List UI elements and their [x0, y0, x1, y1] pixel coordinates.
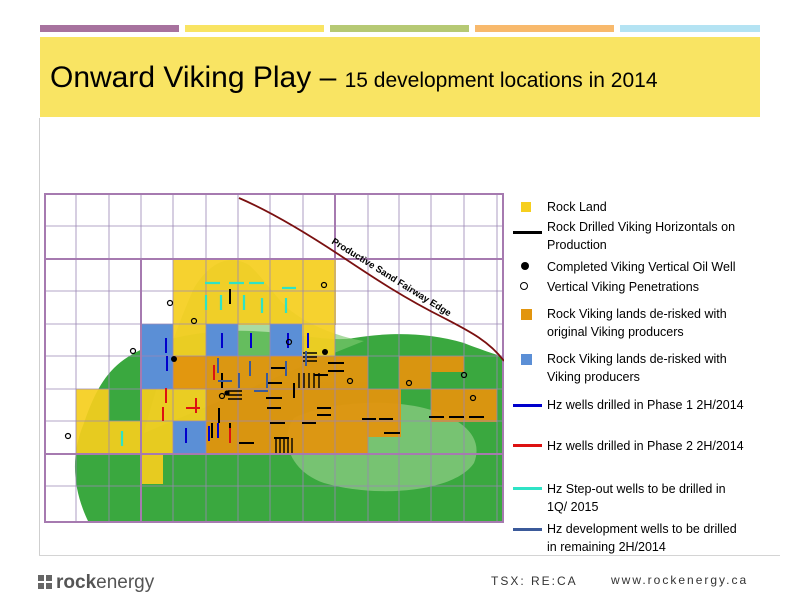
legend-drilled-1: Rock Drilled Viking Horizontals on	[547, 220, 736, 234]
legend-vertical-circle	[520, 282, 528, 290]
land-map: Productive Sand Fairway Edge	[44, 193, 504, 523]
legend-derisk-orig-2: original Viking producers	[547, 325, 684, 339]
logo-energy: energy	[96, 572, 155, 593]
slide-title-sub: 15 development locations in 2014	[344, 69, 658, 92]
legend-dev-line	[513, 528, 542, 531]
website-link[interactable]: www.rockenergy.ca	[611, 573, 748, 587]
legend-phase2-line	[513, 444, 542, 447]
legend-stepout-2: 1Q/ 2015	[547, 500, 599, 514]
accent-bar-1	[40, 25, 179, 32]
legend-drilled-2: Production	[547, 238, 607, 252]
legend-phase2: Hz wells drilled in Phase 2 2H/2014	[547, 439, 744, 453]
logo-grid-icon	[38, 575, 52, 589]
legend-stepout-line	[513, 487, 542, 490]
legend-derisk-new-2: Viking producers	[547, 370, 640, 384]
legend-derisk-orig-swatch	[521, 309, 532, 320]
legend-dev-1: Hz development wells to be drilled	[547, 522, 737, 536]
title-banner: Onward Viking Play – 15 development loca…	[40, 37, 760, 117]
logo-rock: rock	[56, 572, 97, 593]
accent-bar-4	[475, 25, 614, 32]
slide-title: Onward Viking Play – 15 development loca…	[50, 61, 658, 95]
accent-bar-5	[620, 25, 760, 32]
left-rule	[39, 118, 40, 555]
legend-dev-2: in remaining 2H/2014	[547, 540, 666, 554]
legend-derisk-orig-1: Rock Viking lands de-risked with	[547, 307, 727, 321]
legend-completed: Completed Viking Vertical Oil Well	[547, 260, 736, 274]
accent-bar-2	[185, 25, 324, 32]
legend-phase1-line	[513, 404, 542, 407]
slide-title-main: Onward Viking Play –	[50, 61, 345, 94]
legend-rock-land: Rock Land	[547, 200, 607, 214]
legend-vertical: Vertical Viking Penetrations	[547, 280, 699, 294]
legend-stepout-1: Hz Step-out wells to be drilled in	[547, 482, 726, 496]
legend-rock-land-swatch	[521, 202, 531, 212]
ticker-symbol: TSX: RE:CA	[491, 574, 578, 588]
accent-bar-3	[330, 25, 469, 32]
footer-rule	[39, 555, 780, 556]
legend-derisk-new-swatch	[521, 354, 532, 365]
fairway-edge-label: Productive Sand Fairway Edge	[329, 236, 453, 319]
company-logo: rockenergy	[38, 572, 154, 594]
legend-phase1: Hz wells drilled in Phase 1 2H/2014	[547, 398, 744, 412]
legend-completed-dot	[521, 262, 529, 270]
legend-derisk-new-1: Rock Viking lands de-risked with	[547, 352, 727, 366]
legend-drilled-line	[513, 231, 542, 234]
